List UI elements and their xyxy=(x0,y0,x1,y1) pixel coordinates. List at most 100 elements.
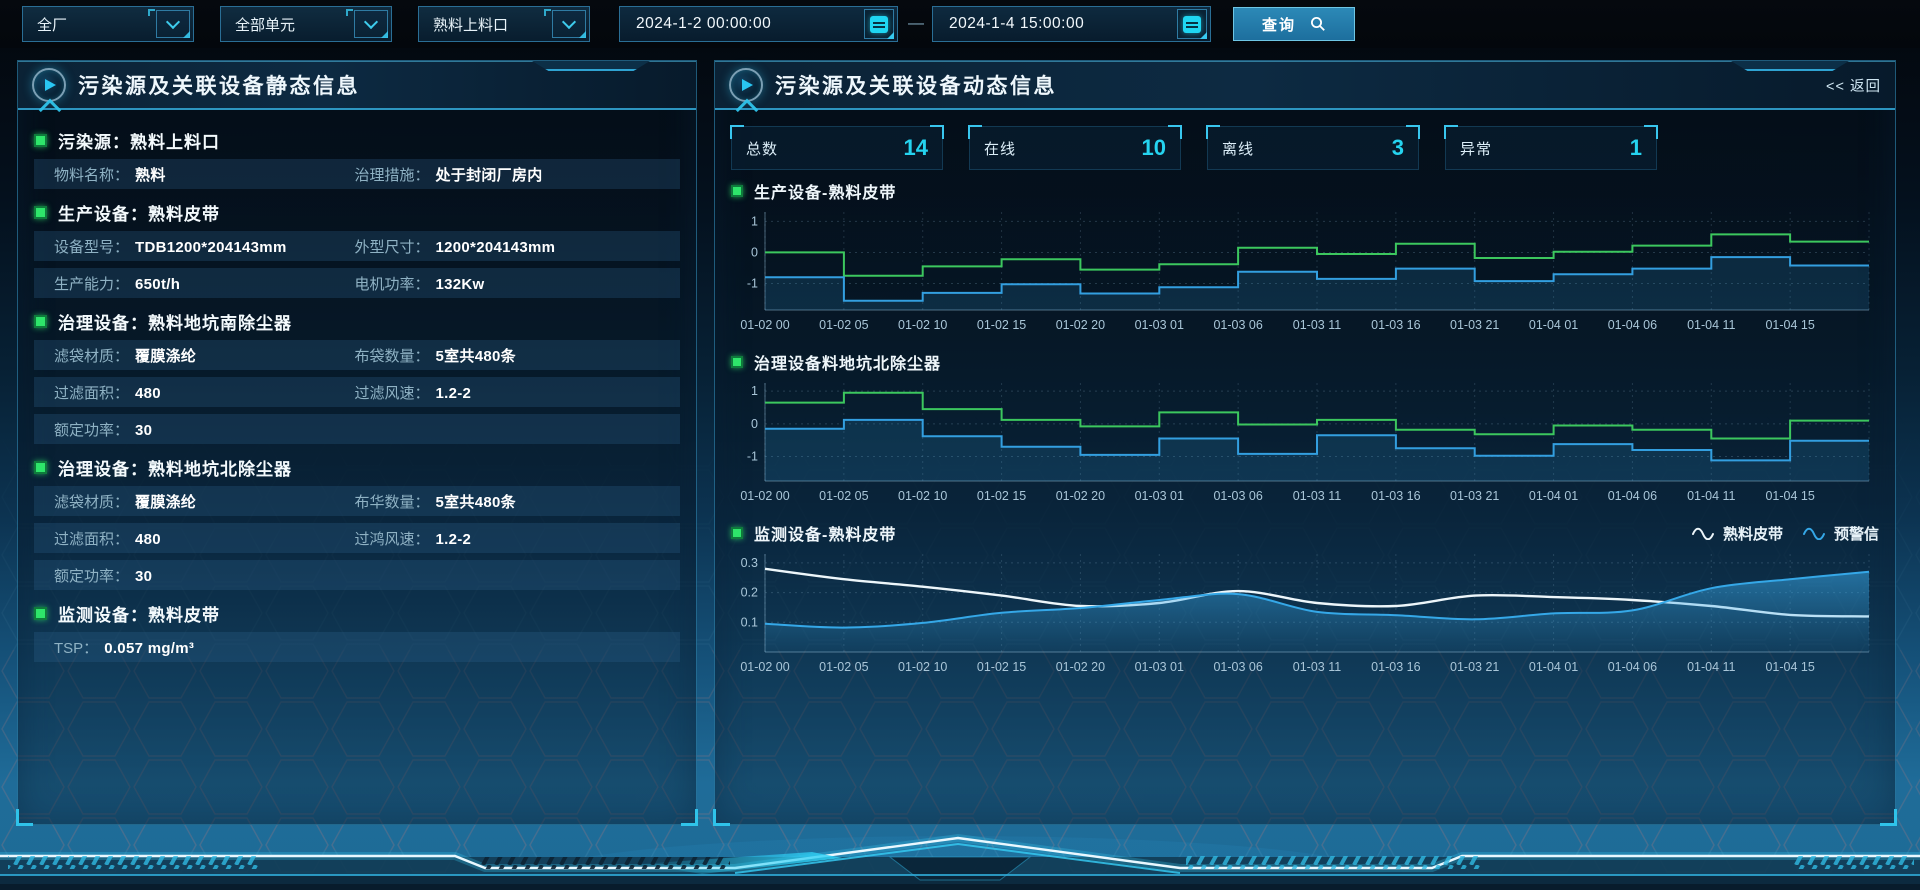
section-bullet-icon xyxy=(731,527,743,539)
svg-text:0: 0 xyxy=(751,245,758,259)
header-notch-decoration xyxy=(1731,61,1849,71)
field-value: 30 xyxy=(135,568,152,585)
svg-text:01-02 15: 01-02 15 xyxy=(977,318,1026,332)
monitoring-line-chart: 0.30.20.101-02 0001-02 0501-02 1001-02 1… xyxy=(731,548,1877,678)
production-step-chart: 10-101-02 0001-02 0501-02 1001-02 1501-0… xyxy=(731,206,1877,336)
chevron-down-icon[interactable] xyxy=(354,10,388,38)
dashboard-root: { "topbar": { "filters": [ {"value": "全厂… xyxy=(0,0,1920,890)
svg-text:01-02 05: 01-02 05 xyxy=(819,660,868,674)
dynamic-panel-header: 污染源及关联设备动态信息 << 返回 xyxy=(715,61,1895,110)
wave-line-icon xyxy=(1692,526,1716,540)
field-label: 过鸿风速： xyxy=(354,531,429,548)
info-field: 布袋数量：5室共480条 xyxy=(354,345,654,366)
stat-value: 1 xyxy=(1630,135,1642,161)
query-button[interactable]: 查询 xyxy=(1233,7,1355,41)
field-label: 滤袋材质： xyxy=(54,348,129,365)
section-bullet-icon xyxy=(731,356,743,368)
panel-play-icon xyxy=(729,68,763,102)
svg-text:0.2: 0.2 xyxy=(741,586,758,600)
field-label: 额定功率： xyxy=(54,568,129,585)
calendar-icon[interactable] xyxy=(864,9,894,39)
legend-item[interactable]: 预警信 xyxy=(1803,523,1879,544)
svg-text:01-03 21: 01-03 21 xyxy=(1450,318,1499,332)
treatment-step-chart: 10-101-02 0001-02 0501-02 1001-02 1501-0… xyxy=(731,377,1877,507)
field-value: 1.2-2 xyxy=(435,385,471,402)
info-kv-row: 过滤面积：480过滤风速：1.2-2 xyxy=(34,377,680,407)
svg-text:1: 1 xyxy=(751,214,758,228)
info-field: 电机功率：132Kw xyxy=(354,273,654,294)
svg-text:01-04 06: 01-04 06 xyxy=(1608,489,1657,503)
svg-text:01-02 10: 01-02 10 xyxy=(898,660,947,674)
info-section-row: 生产设备：熟料皮带 xyxy=(34,196,680,228)
svg-text:01-03 01: 01-03 01 xyxy=(1135,660,1184,674)
start-datetime-input[interactable]: 2024-1-2 00:00:00 xyxy=(619,6,898,42)
info-field: 设备型号：TDB1200*204143mm xyxy=(54,236,354,257)
end-datetime-input[interactable]: 2024-1-4 15:00:00 xyxy=(932,6,1211,42)
stat-card-online: 在线 10 xyxy=(969,126,1181,170)
svg-text:01-03 01: 01-03 01 xyxy=(1135,489,1184,503)
svg-text:-1: -1 xyxy=(747,277,758,291)
field-value: 480 xyxy=(135,531,161,548)
svg-text:01-03 01: 01-03 01 xyxy=(1135,318,1184,332)
svg-text:1: 1 xyxy=(751,384,758,398)
source-select[interactable]: 熟料上料口 xyxy=(418,6,590,42)
chevron-down-icon[interactable] xyxy=(156,10,190,38)
stat-value: 10 xyxy=(1142,135,1166,161)
plant-select-value: 全厂 xyxy=(23,14,156,35)
section-bullet-icon xyxy=(34,206,47,219)
stat-label: 离线 xyxy=(1222,138,1254,159)
panel-play-icon xyxy=(32,68,66,102)
info-kv-row: 过滤面积： 480 过鸿风速： 1.2-2 xyxy=(34,523,680,553)
info-kv-row: 生产能力：650t/h电机功率：132Kw xyxy=(34,268,680,298)
source-select-value: 熟料上料口 xyxy=(419,14,552,35)
field-label: 过滤面积： xyxy=(54,531,129,548)
field-value: 480 xyxy=(135,385,161,402)
start-datetime-value: 2024-1-2 00:00:00 xyxy=(620,15,864,33)
field-label: 生产能力： xyxy=(54,276,129,293)
info-kv-row: 设备型号：TDB1200*204143mm外型尺寸：1200*204143mm xyxy=(34,231,680,261)
chart-block-production: 生产设备-熟料皮带 10-101-02 0001-02 0501-02 1001… xyxy=(731,178,1879,341)
svg-text:01-02 05: 01-02 05 xyxy=(819,489,868,503)
section-title: 治理设备：熟料地坑南除尘器 xyxy=(58,309,292,334)
unit-select[interactable]: 全部单元 xyxy=(220,6,392,42)
field-value: 1.2-2 xyxy=(435,531,471,548)
stat-value: 3 xyxy=(1392,135,1404,161)
field-label: 设备型号： xyxy=(54,239,129,256)
dynamic-panel-title: 污染源及关联设备动态信息 xyxy=(775,70,1057,100)
info-field: 额定功率：30 xyxy=(54,419,354,440)
svg-text:01-02 20: 01-02 20 xyxy=(1056,660,1105,674)
svg-text:01-04 01: 01-04 01 xyxy=(1529,660,1578,674)
stat-label: 在线 xyxy=(984,138,1016,159)
section-title: 生产设备：熟料皮带 xyxy=(58,200,220,225)
svg-text:01-04 15: 01-04 15 xyxy=(1765,318,1814,332)
info-field: 过滤风速：1.2-2 xyxy=(354,382,654,403)
static-panel-header: 污染源及关联设备静态信息 xyxy=(18,61,696,110)
back-link[interactable]: << 返回 xyxy=(1826,75,1881,96)
info-section-row: 治理设备：熟料地坑南除尘器 xyxy=(34,305,680,337)
svg-text:01-02 20: 01-02 20 xyxy=(1056,489,1105,503)
date-range-separator: — xyxy=(908,15,922,33)
stat-card-abnormal: 异常 1 xyxy=(1445,126,1657,170)
plant-select[interactable]: 全厂 xyxy=(22,6,194,42)
static-info-list: 污染源：熟料上料口物料名称：熟料治理措施：处于封闭厂房内生产设备：熟料皮带设备型… xyxy=(18,110,696,662)
svg-text:01-02 00: 01-02 00 xyxy=(740,489,789,503)
calendar-icon[interactable] xyxy=(1177,9,1207,39)
legend-item[interactable]: 熟料皮带 xyxy=(1692,523,1783,544)
info-field: TSP：0.057 mg/m³ xyxy=(54,637,354,658)
stat-card-total: 总数 14 xyxy=(731,126,943,170)
svg-text:01-04 11: 01-04 11 xyxy=(1687,318,1735,332)
info-section-row: 污染源：熟料上料口 xyxy=(34,124,680,156)
chevron-up-decoration xyxy=(736,99,759,122)
chevron-down-icon[interactable] xyxy=(552,10,586,38)
chart-title: 治理设备料地坑北除尘器 xyxy=(754,350,941,374)
field-label: 治理措施： xyxy=(354,167,429,184)
field-label: 布袋数量： xyxy=(354,348,429,365)
info-kv-row: TSP：0.057 mg/m³ xyxy=(34,632,680,662)
info-kv-row: 滤袋材质：覆膜涤纶布华数量：5室共480条 xyxy=(34,486,680,516)
section-title: 监测设备：熟料皮带 xyxy=(58,601,220,626)
legend-label: 熟料皮带 xyxy=(1723,523,1783,544)
info-field: 过滤面积：480 xyxy=(54,382,354,403)
svg-text:01-04 15: 01-04 15 xyxy=(1765,489,1814,503)
legend-label: 预警信 xyxy=(1834,523,1879,544)
svg-text:01-03 11: 01-03 11 xyxy=(1293,318,1341,332)
